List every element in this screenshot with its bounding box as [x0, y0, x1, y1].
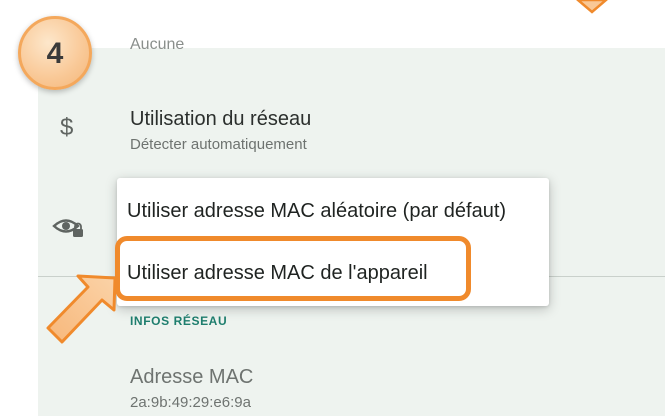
mac-address-row[interactable]: Adresse MAC 2a:9b:49:29:e6:9a [38, 362, 665, 416]
dollar-icon: $ [60, 114, 74, 141]
mac-address-value: 2a:9b:49:29:e6:9a [130, 394, 251, 411]
tutorial-step-badge: 4 [18, 16, 92, 90]
tutorial-arrow-icon [46, 274, 117, 344]
network-usage-row[interactable]: $ Utilisation du réseau Détecter automat… [38, 96, 665, 166]
tutorial-step-number: 4 [46, 37, 64, 70]
network-info-header: INFOS RÉSEAU [130, 314, 228, 328]
network-usage-subtitle: Détecter automatiquement [130, 136, 307, 153]
mac-address-title: Adresse MAC [130, 366, 254, 388]
top-arrow-fragment-icon [576, 0, 608, 14]
eye-lock-icon [52, 219, 83, 237]
screen: Aucune $ Utilisation du réseau Détecter … [0, 0, 665, 416]
partial-setting-value: Aucune [130, 36, 185, 53]
tutorial-highlight-box [115, 236, 471, 301]
dropdown-option-random-mac[interactable]: Utiliser adresse MAC aléatoire (par défa… [127, 200, 506, 223]
network-usage-title: Utilisation du réseau [130, 108, 312, 130]
